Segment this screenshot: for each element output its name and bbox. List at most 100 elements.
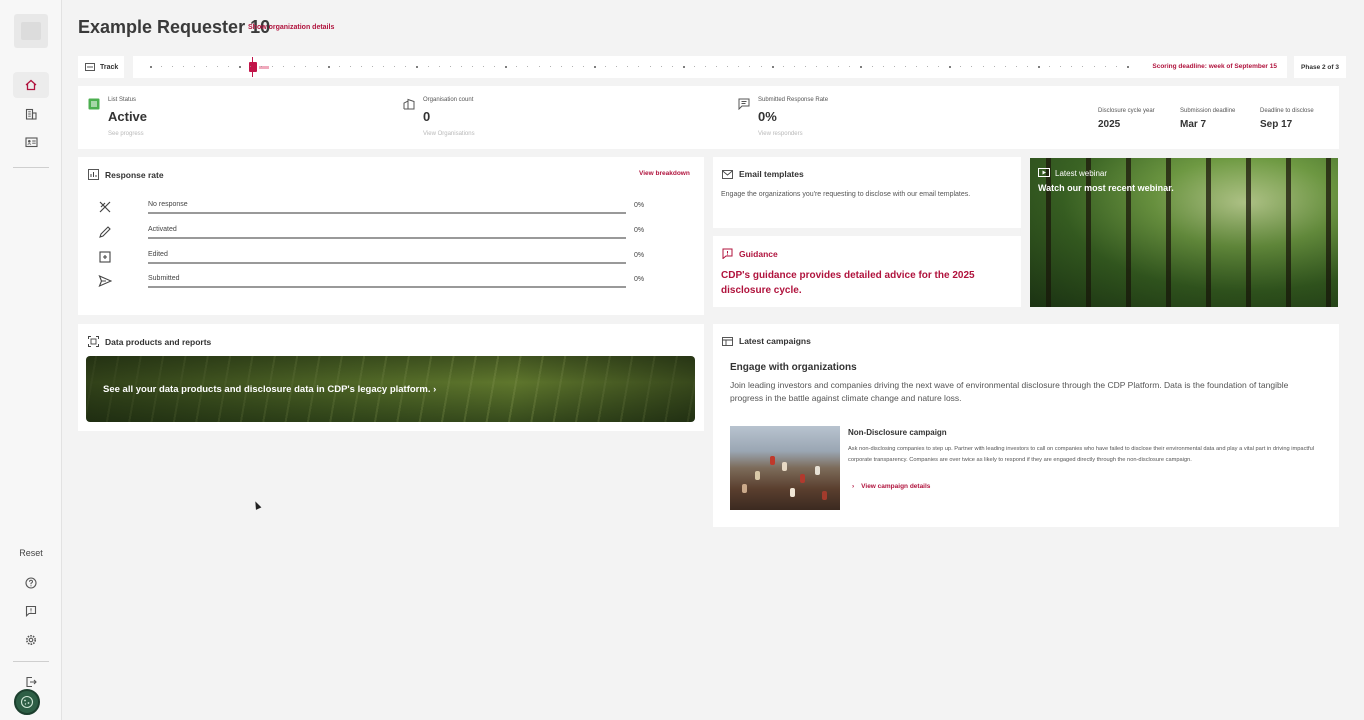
timeline-dot [416, 66, 419, 68]
timeline-dot [893, 66, 895, 67]
legacy-platform-banner[interactable]: See all your data products and disclosur… [86, 356, 695, 422]
timeline-dot [860, 66, 863, 68]
timeline-dot [283, 66, 285, 67]
response-row-pct: 0% [634, 227, 645, 234]
timeline-dot [427, 66, 429, 67]
timeline-dot [716, 66, 718, 67]
campaign-icon [722, 336, 733, 346]
timeline-dot [649, 66, 651, 67]
timeline-dot [660, 66, 662, 67]
meta-value: Sep 17 [1260, 119, 1293, 130]
timeline-dot [1038, 66, 1040, 68]
timeline[interactable]: Scoring deadline: week of September 15 [133, 56, 1287, 78]
response-rate-card: Response rate View breakdown No response… [78, 157, 704, 315]
timeline-dot [760, 66, 762, 67]
stat-label: Organisation count [423, 97, 474, 103]
mail-icon [722, 169, 733, 179]
response-row-label: Submitted [148, 275, 180, 282]
timeline-dot [494, 66, 496, 67]
progress-bar [148, 212, 626, 214]
legacy-platform-text: See all your data products and disclosur… [103, 384, 437, 395]
sidebar-item-home[interactable] [13, 72, 49, 98]
timeline-dot [671, 66, 673, 67]
view-campaign-details-link[interactable]: › View campaign details [852, 483, 930, 490]
see-progress-link[interactable]: See progress [108, 131, 144, 137]
sidebar-item-contacts[interactable] [13, 129, 49, 155]
latest-webinar-card[interactable]: Latest webinar Watch our most recent web… [1030, 158, 1338, 307]
sidebar-item-organizations[interactable] [13, 101, 49, 127]
timeline-dot [216, 66, 218, 67]
sidebar-item-feedback[interactable] [13, 598, 49, 624]
guidance-card[interactable]: Guidance CDP's guidance provides detaile… [713, 236, 1021, 307]
response-row-pct: 0% [634, 252, 645, 259]
timeline-dot [383, 66, 385, 67]
card-title: Response rate [88, 169, 164, 180]
timeline-dot [594, 66, 596, 68]
chart-icon [88, 169, 99, 180]
webinar-header: Latest webinar [1038, 168, 1107, 178]
timeline-dot [505, 66, 508, 68]
timeline-dot [405, 66, 407, 67]
meta-cycle-year: Disclosure cycle year 2025 [1098, 108, 1155, 130]
response-row-label: Edited [148, 251, 168, 258]
view-breakdown-link[interactable]: View breakdown [639, 170, 690, 177]
view-campaign-details-label: View campaign details [861, 483, 931, 490]
reset-button[interactable]: Reset [0, 548, 62, 558]
home-icon [25, 79, 37, 91]
card-title: Latest campaigns [722, 336, 811, 346]
sidebar-item-settings[interactable] [13, 627, 49, 653]
timeline-dot [638, 66, 640, 67]
timeline-dot [316, 66, 318, 67]
non-disclosure-text: Ask non-disclosing companies to step up.… [848, 446, 1314, 463]
id-card-icon [24, 137, 38, 148]
track-button[interactable]: Track [78, 56, 124, 78]
scan-icon [88, 336, 99, 347]
timeline-dot [982, 66, 984, 67]
sidebar-divider-bottom [13, 661, 49, 662]
avatar[interactable] [14, 689, 40, 715]
timeline-dot [227, 66, 229, 67]
track-icon [85, 63, 95, 71]
cookie-icon [20, 695, 34, 709]
card-title: Guidance [722, 248, 778, 259]
timeline-dot [1104, 66, 1106, 67]
track-label: Track [100, 63, 119, 71]
email-templates-card[interactable]: Email templates Engage the organizations… [713, 157, 1021, 228]
timeline-dot [816, 66, 817, 67]
data-products-card: Data products and reports See all your d… [78, 324, 704, 431]
stat-label: Submitted Response Rate [758, 97, 829, 103]
timeline-dot [1082, 66, 1084, 67]
stats-panel: List Status Active See progress Organisa… [78, 86, 1339, 149]
progress-bar [148, 237, 626, 239]
response-row-pct: 0% [634, 276, 645, 283]
timeline-dot [471, 66, 473, 67]
timeline-dot [1049, 66, 1051, 67]
sidebar-item-help[interactable] [13, 570, 49, 596]
data-products-title: Data products and reports [105, 336, 212, 347]
timeline-current-marker[interactable] [249, 62, 257, 72]
timeline-dot [616, 66, 618, 67]
webinar-subtitle: Watch our most recent webinar. [1038, 183, 1174, 193]
timeline-dot [1126, 66, 1129, 68]
timeline-dot [793, 66, 795, 67]
timeline-dot [1060, 66, 1062, 67]
view-responders-link[interactable]: View responders [758, 131, 803, 137]
progress-bar [148, 262, 626, 264]
meta-value: Mar 7 [1180, 119, 1207, 130]
timeline-dot [1015, 66, 1017, 67]
timeline-dot [749, 66, 751, 67]
app-logo[interactable] [14, 14, 48, 48]
stat-value: 0% [758, 109, 777, 124]
timeline-dot [261, 66, 262, 67]
guidance-icon [722, 248, 733, 259]
show-org-details-link[interactable]: Show organization details [248, 24, 334, 31]
sidebar-divider [13, 167, 49, 168]
pencil-icon [99, 226, 111, 238]
meta-deadline-to-disclose: Deadline to disclose Sep 17 [1260, 108, 1314, 130]
timeline-dot [904, 66, 906, 67]
gear-icon [26, 635, 36, 645]
logout-icon [26, 676, 37, 688]
view-organisations-link[interactable]: View Organisations [423, 131, 475, 137]
chevron-right-icon: › [433, 384, 437, 395]
timeline-dot [272, 66, 274, 67]
